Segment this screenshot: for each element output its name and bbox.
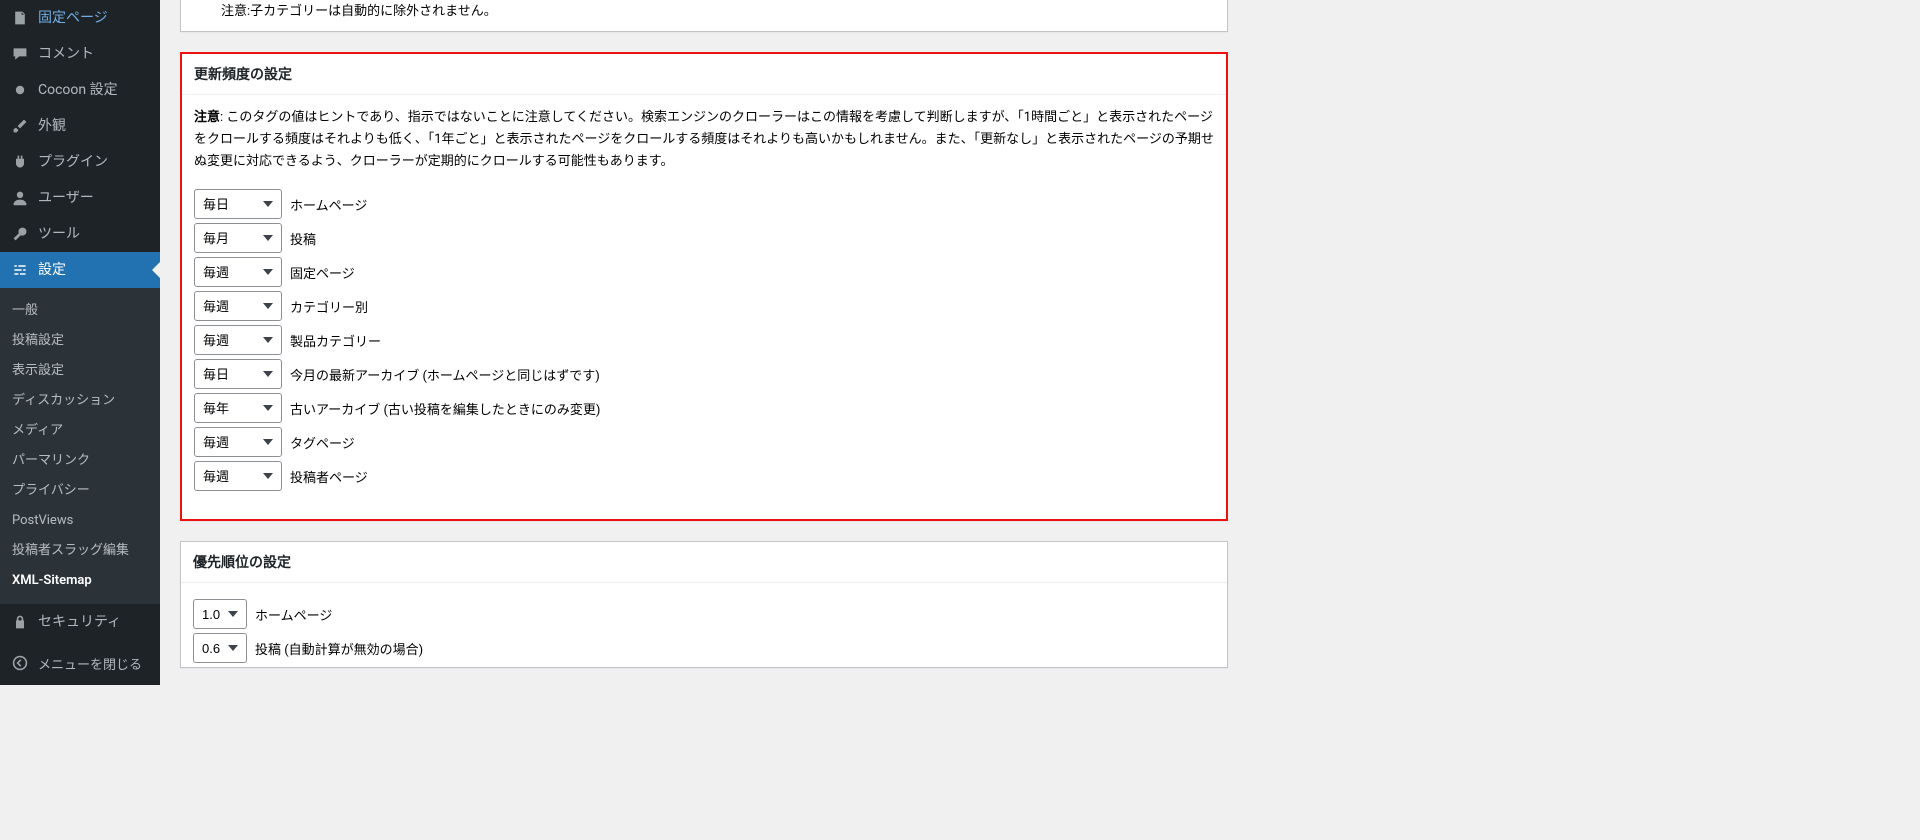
submenu-postviews[interactable]: PostViews [0, 506, 160, 536]
freq-label-old-archive: 古いアーカイブ (古い投稿を編集したときにのみ変更) [290, 399, 600, 418]
excluded-note: 注意:子カテゴリーは自動的に除外されません。 [193, 0, 1215, 19]
admin-sidebar: 固定ページ コメント Cocoon 設定 外観 プラグイン ユーザー ツール [0, 0, 160, 685]
freq-note: 注意: このタグの値はヒントであり、指示ではないことに注意してください。検索エン… [194, 107, 1214, 173]
freq-note-body: : このタグの値はヒントであり、指示ではないことに注意してください。検索エンジン… [194, 110, 1214, 169]
submenu-xml-sitemap[interactable]: XML-Sitemap [0, 566, 160, 596]
comment-icon [10, 44, 30, 64]
main-content: 注意:子カテゴリーは自動的に除外されません。 更新頻度の設定 注意: このタグの… [160, 0, 1248, 685]
submenu-reading[interactable]: 表示設定 [0, 356, 160, 386]
submenu-permalink[interactable]: パーマリンク [0, 446, 160, 476]
priority-label-posts: 投稿 (自動計算が無効の場合) [255, 639, 423, 658]
submenu-media[interactable]: メディア [0, 416, 160, 446]
sliders-icon [10, 260, 30, 280]
priority-panel: 優先順位の設定 1.0 ホームページ 0.6 投稿 (自動計算が無効の場合) [180, 541, 1228, 668]
freq-select-current-archive[interactable]: 毎日 [194, 359, 282, 389]
freq-heading: 更新頻度の設定 [182, 54, 1226, 95]
right-empty-area [1248, 0, 1548, 685]
sidebar-item-label: セキュリティ [38, 613, 121, 631]
sidebar-item-comments[interactable]: コメント [0, 36, 160, 72]
sidebar-item-label: プラグイン [38, 153, 108, 171]
freq-label-product-categories: 製品カテゴリー [290, 331, 381, 350]
freq-row-posts: 毎月 投稿 [194, 223, 1214, 253]
collapse-icon [10, 653, 30, 673]
plugin-icon [10, 152, 30, 172]
freq-label-categories: カテゴリー別 [290, 297, 368, 316]
freq-row-homepage: 毎日 ホームページ [194, 189, 1214, 219]
sidebar-item-label: Cocoon 設定 [38, 81, 118, 99]
freq-note-label: 注意 [194, 110, 220, 125]
priority-select-posts[interactable]: 0.6 [193, 633, 247, 663]
collapse-label: メニューを閉じる [38, 654, 142, 673]
freq-row-product-categories: 毎週 製品カテゴリー [194, 325, 1214, 355]
freq-select-posts[interactable]: 毎月 [194, 223, 282, 253]
freq-row-tags: 毎週 タグページ [194, 427, 1214, 457]
freq-label-homepage: ホームページ [290, 195, 367, 214]
cocoon-icon [10, 80, 30, 100]
submenu-general[interactable]: 一般 [0, 296, 160, 326]
sidebar-item-security[interactable]: セキュリティ [0, 604, 160, 640]
freq-label-authors: 投稿者ページ [290, 467, 368, 486]
sidebar-item-appearance[interactable]: 外観 [0, 108, 160, 144]
freq-label-current-archive: 今月の最新アーカイブ (ホームページと同じはずです) [290, 365, 600, 384]
freq-select-categories[interactable]: 毎週 [194, 291, 282, 321]
submenu-author-slug[interactable]: 投稿者スラッグ編集 [0, 536, 160, 566]
freq-select-authors[interactable]: 毎週 [194, 461, 282, 491]
user-icon [10, 188, 30, 208]
freq-label-pages: 固定ページ [290, 263, 355, 282]
submenu-discussion[interactable]: ディスカッション [0, 386, 160, 416]
change-frequency-panel: 更新頻度の設定 注意: このタグの値はヒントであり、指示ではないことに注意してく… [180, 52, 1228, 521]
priority-select-homepage[interactable]: 1.0 [193, 599, 247, 629]
wrench-icon [10, 224, 30, 244]
excluded-categories-panel-tail: 注意:子カテゴリーは自動的に除外されません。 [180, 0, 1228, 32]
freq-row-authors: 毎週 投稿者ページ [194, 461, 1214, 491]
freq-select-tags[interactable]: 毎週 [194, 427, 282, 457]
sidebar-item-users[interactable]: ユーザー [0, 180, 160, 216]
submenu-writing[interactable]: 投稿設定 [0, 326, 160, 356]
page-icon [10, 8, 30, 28]
sidebar-item-plugins[interactable]: プラグイン [0, 144, 160, 180]
sidebar-item-label: 外観 [38, 117, 66, 135]
sidebar-item-label: コメント [38, 45, 94, 63]
priority-row-posts: 0.6 投稿 (自動計算が無効の場合) [193, 633, 1215, 663]
freq-label-posts: 投稿 [290, 229, 316, 248]
sidebar-item-label: ツール [38, 225, 80, 243]
freq-select-product-categories[interactable]: 毎週 [194, 325, 282, 355]
priority-heading: 優先順位の設定 [181, 542, 1227, 583]
freq-select-old-archive[interactable]: 毎年 [194, 393, 282, 423]
settings-submenu: 一般 投稿設定 表示設定 ディスカッション メディア パーマリンク プライバシー… [0, 288, 160, 604]
priority-label-homepage: ホームページ [255, 605, 332, 624]
freq-select-pages[interactable]: 毎週 [194, 257, 282, 287]
submenu-privacy[interactable]: プライバシー [0, 476, 160, 506]
freq-row-categories: 毎週 カテゴリー別 [194, 291, 1214, 321]
freq-row-old-archive: 毎年 古いアーカイブ (古い投稿を編集したときにのみ変更) [194, 393, 1214, 423]
lock-icon [10, 612, 30, 632]
freq-label-tags: タグページ [290, 433, 355, 452]
sidebar-item-settings[interactable]: 設定 [0, 252, 160, 288]
sidebar-item-pages[interactable]: 固定ページ [0, 0, 160, 36]
freq-row-pages: 毎週 固定ページ [194, 257, 1214, 287]
freq-select-homepage[interactable]: 毎日 [194, 189, 282, 219]
sidebar-item-label: ユーザー [38, 189, 94, 207]
freq-row-current-archive: 毎日 今月の最新アーカイブ (ホームページと同じはずです) [194, 359, 1214, 389]
sidebar-item-tools[interactable]: ツール [0, 216, 160, 252]
brush-icon [10, 116, 30, 136]
collapse-menu-button[interactable]: メニューを閉じる [0, 644, 160, 681]
sidebar-item-label: 固定ページ [38, 9, 108, 27]
priority-row-homepage: 1.0 ホームページ [193, 599, 1215, 629]
sidebar-item-label: 設定 [38, 261, 66, 279]
sidebar-item-cocoon[interactable]: Cocoon 設定 [0, 72, 160, 108]
